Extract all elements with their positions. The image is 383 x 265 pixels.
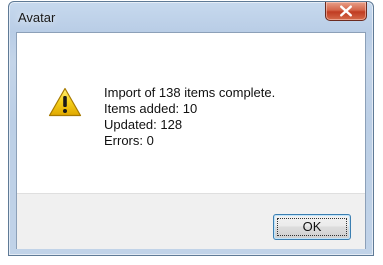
message-text: Import of 138 items complete. Items adde… — [104, 85, 275, 149]
warning-icon — [48, 87, 82, 117]
title-bar[interactable]: Avatar — [9, 2, 373, 32]
message-line: Updated: 128 — [104, 117, 183, 132]
button-bar: OK — [17, 193, 365, 249]
ok-button[interactable]: OK — [273, 214, 351, 240]
dialog-window: Avatar Import of 138 items complete. Ite… — [8, 1, 374, 256]
ok-button-label: OK — [302, 219, 322, 234]
message-line: Items added: 10 — [104, 101, 198, 116]
close-button[interactable] — [325, 2, 367, 21]
message-line: Errors: 0 — [104, 133, 154, 148]
message-area: Import of 138 items complete. Items adde… — [17, 33, 365, 193]
close-x-icon — [340, 5, 352, 17]
dialog-client-area: Import of 138 items complete. Items adde… — [16, 32, 366, 249]
message-line: Import of 138 items complete. — [104, 85, 276, 100]
window-title: Avatar — [18, 10, 56, 25]
